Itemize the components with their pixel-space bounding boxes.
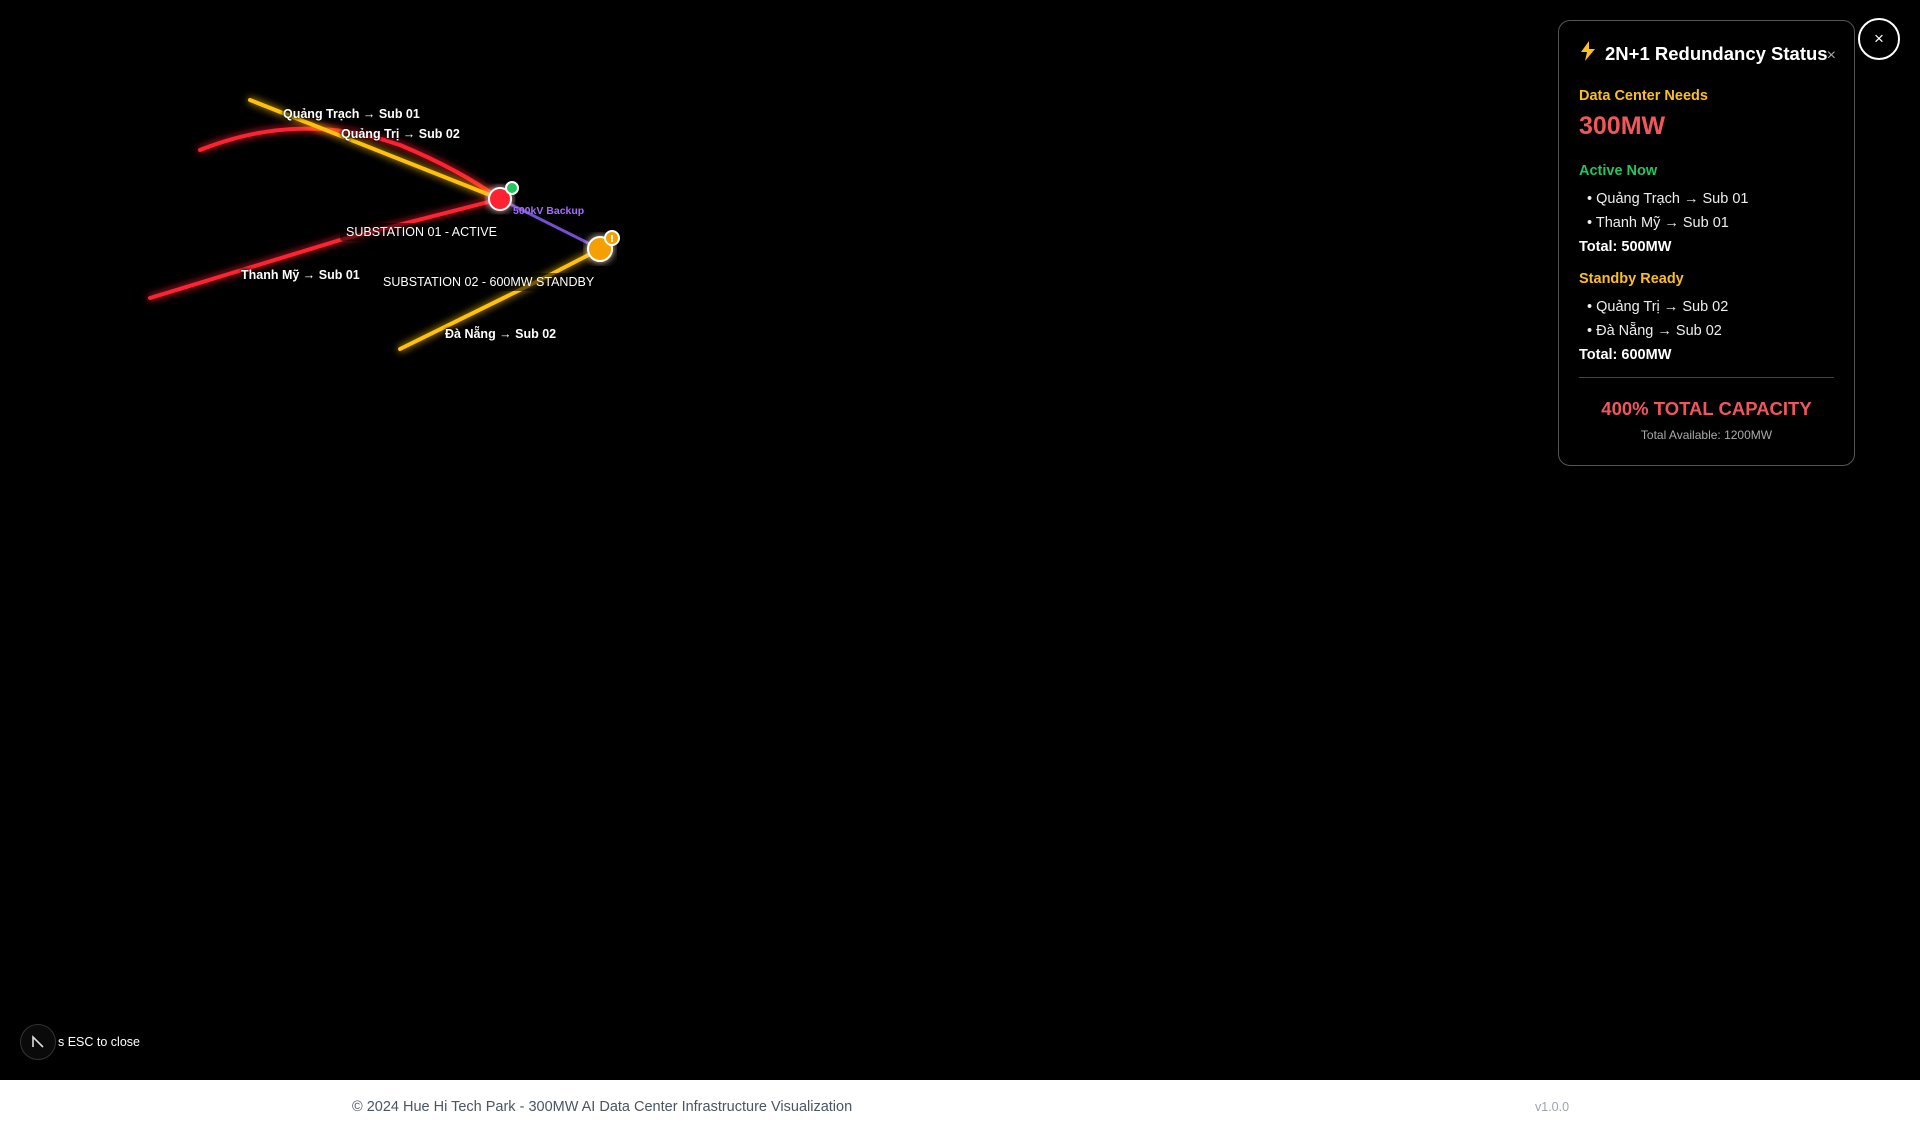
list-item: Quảng Trị → Sub 02 — [1587, 295, 1834, 319]
route-label-da-nang: Đà Nẵng → Sub 02 — [445, 327, 557, 341]
backup-link-label: 500kV Backup — [513, 205, 585, 217]
total-capacity: 400% TOTAL CAPACITY — [1601, 398, 1812, 419]
active-total: Total: 500MW — [1579, 239, 1672, 255]
needs-value: 300MW — [1579, 112, 1666, 140]
divider — [1579, 377, 1834, 378]
standby-total: Total: 600MW — [1579, 347, 1672, 363]
footer-version: v1.0.0 — [1535, 1100, 1570, 1114]
route-label-quang-tri: Quảng Trị → Sub 02 — [341, 127, 460, 141]
substation-02-label: SUBSTATION 02 - 600MW STANDBY — [377, 273, 601, 291]
panel-title: 2N+1 Redundancy Status — [1605, 42, 1828, 64]
standby-route-list: Quảng Trị → Sub 02 Đà Nẵng → Sub 02 — [1579, 295, 1834, 343]
list-item: Đà Nẵng → Sub 02 — [1587, 319, 1834, 343]
route-label-thanh-my: Thanh Mỹ → Sub 01 — [241, 268, 360, 282]
lightning-icon — [1579, 41, 1597, 66]
needs-label: Data Center Needs — [1579, 88, 1708, 104]
footer-copyright: © 2024 Hue Hi Tech Park - 300MW AI Data … — [352, 1099, 853, 1115]
redundancy-status-panel: 2N+1 Redundancy Status × Data Center Nee… — [1558, 20, 1855, 466]
active-label: Active Now — [1579, 163, 1658, 179]
total-available: Total Available: 1200MW — [1640, 428, 1773, 442]
active-route-list: Quảng Trạch → Sub 01 Thanh Mỹ → Sub 01 — [1579, 187, 1834, 235]
route-label-quang-trach: Quảng Trạch → Sub 01 — [283, 107, 420, 121]
footer: © 2024 Hue Hi Tech Park - 300MW AI Data … — [0, 1080, 1920, 1134]
warning-icon: ! — [610, 234, 615, 245]
list-item: Thanh Mỹ → Sub 01 — [1587, 211, 1834, 235]
substation-01-label: SUBSTATION 01 - ACTIVE — [340, 223, 503, 241]
n-logo-icon[interactable] — [20, 1024, 56, 1060]
standby-label: Standby Ready — [1579, 271, 1684, 287]
panel-title-row: 2N+1 Redundancy Status — [1579, 41, 1834, 66]
panel-close-icon[interactable]: × — [1827, 47, 1836, 65]
esc-hint-text: s ESC to close — [58, 1035, 140, 1049]
esc-hint: s ESC to close — [20, 1024, 140, 1060]
substation-01-status-dot — [505, 181, 519, 195]
close-icon: × — [1874, 29, 1884, 48]
close-button[interactable]: × — [1858, 18, 1900, 60]
list-item: Quảng Trạch → Sub 01 — [1587, 187, 1834, 211]
